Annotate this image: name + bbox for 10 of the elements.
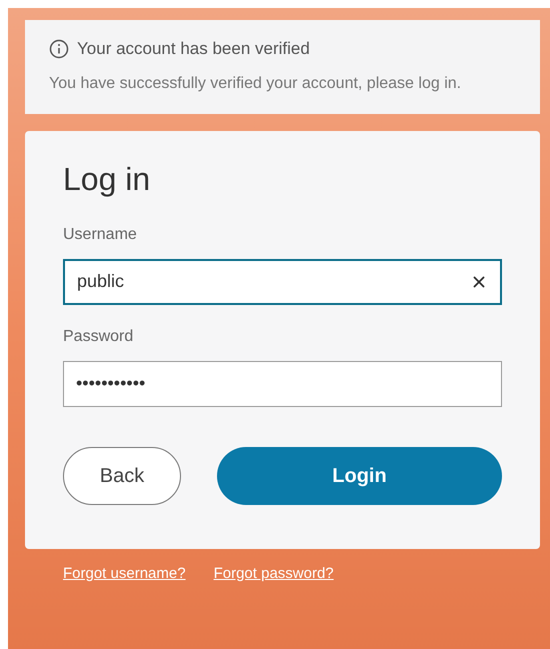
input-field[interactable]: public — [63, 258, 502, 304]
input-field[interactable]: ••••••••••• — [63, 360, 502, 406]
login-button[interactable]: Login — [217, 446, 502, 504]
login-title: Log in — [63, 160, 152, 199]
back-button[interactable]: Back — [63, 446, 181, 504]
info-icon — [49, 38, 69, 59]
alert-title: Your account has been verified — [77, 38, 310, 60]
field-label: Password — [63, 326, 134, 346]
field-label: Username — [63, 224, 138, 244]
alert-message: You have successfully verified your account, please log in. — [49, 74, 462, 94]
